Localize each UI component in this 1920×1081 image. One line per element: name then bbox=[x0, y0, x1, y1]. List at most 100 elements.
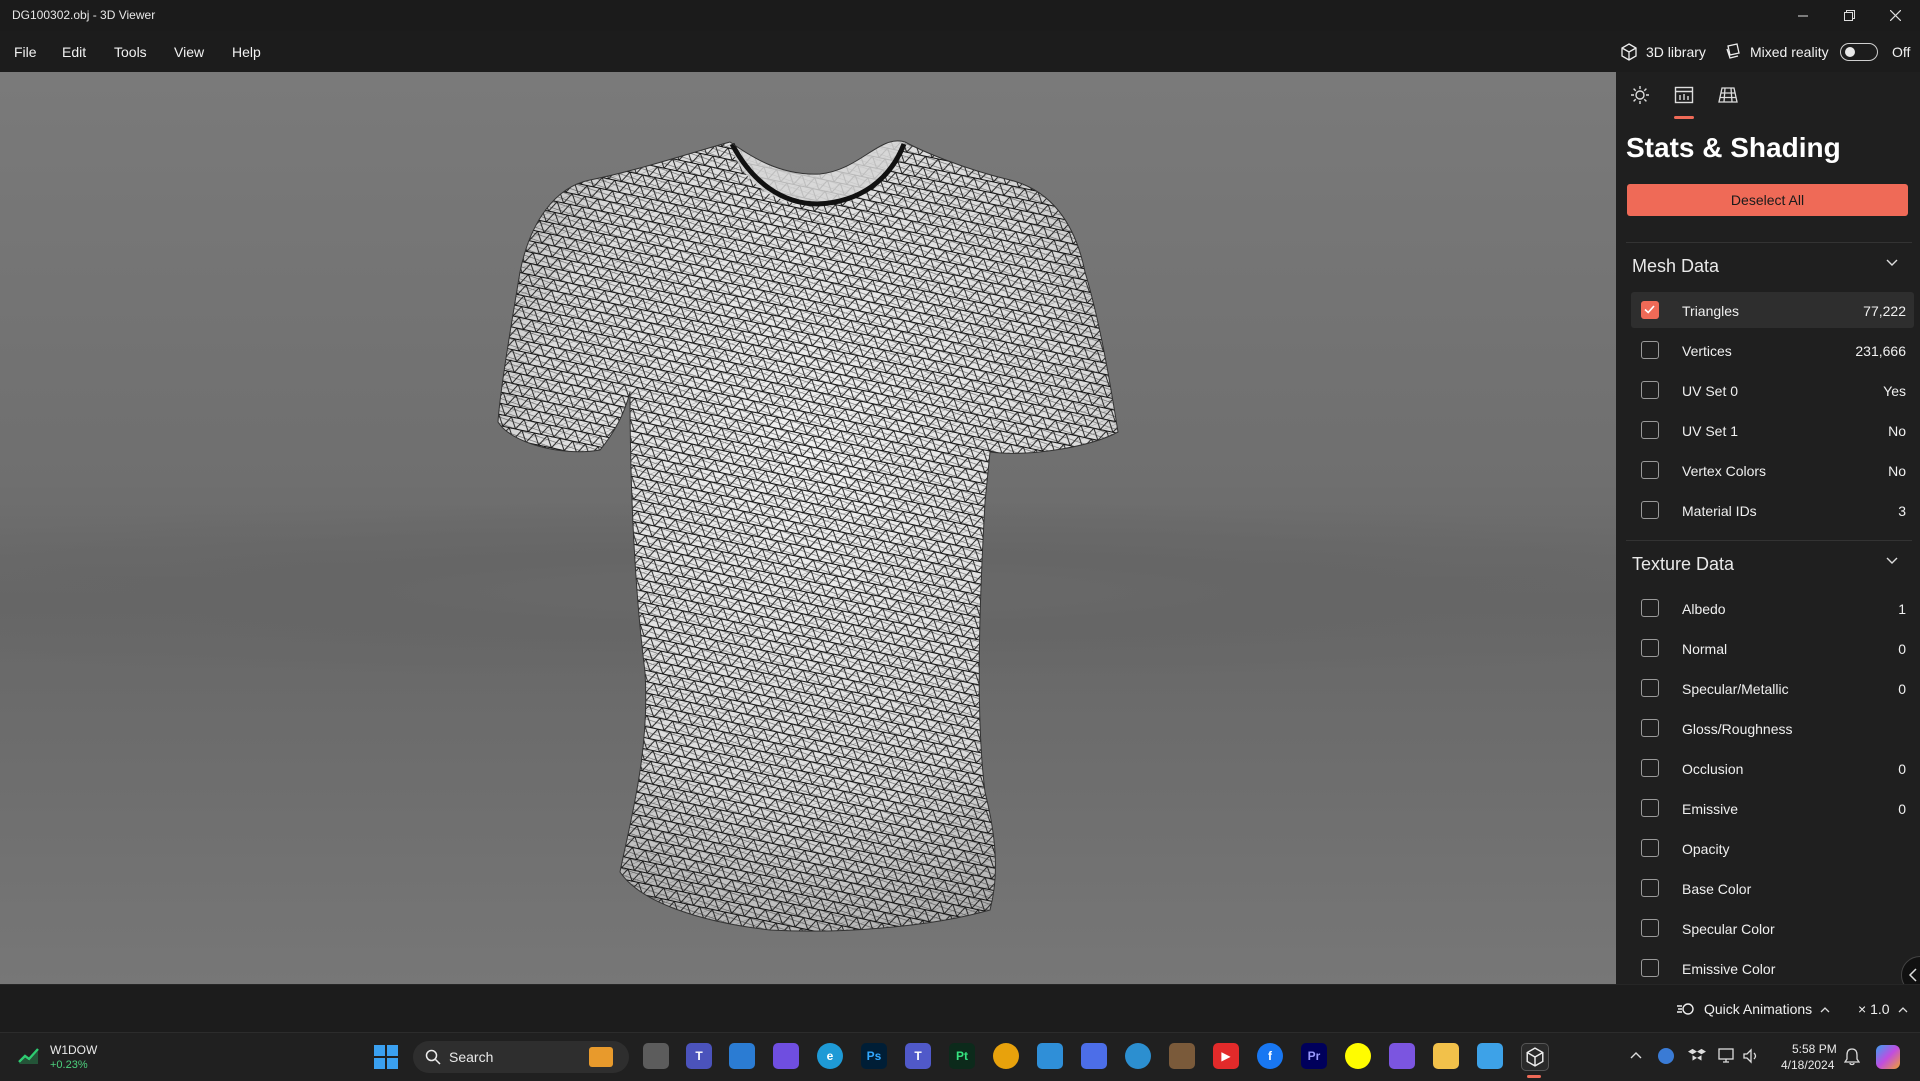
app-icon[interactable] bbox=[1081, 1043, 1107, 1069]
row-name: Gloss/Roughness bbox=[1682, 721, 1793, 737]
start-button[interactable] bbox=[373, 1044, 399, 1070]
mesh-row-uv-set-0[interactable]: UV Set 0 Yes bbox=[1631, 372, 1914, 408]
file-explorer-icon[interactable] bbox=[1433, 1043, 1459, 1069]
texture-row-occlusion[interactable]: Occlusion 0 bbox=[1631, 750, 1914, 786]
status-bar: Quick Animations × 1.0 bbox=[0, 984, 1920, 1033]
app-icon[interactable] bbox=[773, 1043, 799, 1069]
checkbox[interactable] bbox=[1641, 599, 1659, 617]
row-name: Base Color bbox=[1682, 881, 1752, 897]
clipchamp-icon[interactable] bbox=[1389, 1043, 1415, 1069]
menu-tools[interactable]: Tools bbox=[114, 44, 147, 60]
menu-bar: File Edit Tools View Help 3D library Mix… bbox=[0, 31, 1920, 72]
mixed-reality-toggle[interactable] bbox=[1840, 43, 1878, 61]
checkbox[interactable] bbox=[1641, 879, 1659, 897]
network-icon[interactable] bbox=[1718, 1048, 1736, 1064]
image-app-icon[interactable] bbox=[1169, 1043, 1195, 1069]
clock-date[interactable]: 4/18/2024 bbox=[1781, 1058, 1834, 1072]
collapse-panel-button[interactable] bbox=[1901, 956, 1920, 984]
row-name: Albedo bbox=[1682, 601, 1726, 617]
texture-row-specular-metallic[interactable]: Specular/Metallic 0 bbox=[1631, 670, 1914, 706]
mesh-row-uv-set-1[interactable]: UV Set 1 No bbox=[1631, 412, 1914, 448]
close-button[interactable] bbox=[1872, 0, 1918, 31]
notepad-icon[interactable] bbox=[1477, 1043, 1503, 1069]
checkbox[interactable] bbox=[1641, 421, 1659, 439]
premiere-icon[interactable]: Pr bbox=[1301, 1043, 1327, 1069]
row-name: Occlusion bbox=[1682, 761, 1744, 777]
chrome-icon[interactable] bbox=[993, 1043, 1019, 1069]
texture-row-emissive-color[interactable]: Emissive Color bbox=[1631, 950, 1914, 984]
checkbox[interactable] bbox=[1641, 461, 1659, 479]
mesh-row-vertex-colors[interactable]: Vertex Colors No bbox=[1631, 452, 1914, 488]
mixed-reality-button[interactable]: Mixed reality bbox=[1724, 43, 1829, 61]
row-name: Normal bbox=[1682, 641, 1728, 657]
photoshop-icon[interactable]: Ps bbox=[861, 1043, 887, 1069]
checkbox[interactable] bbox=[1641, 381, 1659, 399]
texture-data-header[interactable]: Texture Data bbox=[1626, 540, 1912, 581]
speed-value: × 1.0 bbox=[1858, 1001, 1890, 1017]
snapchat-icon[interactable] bbox=[1345, 1043, 1371, 1069]
checkbox[interactable] bbox=[1641, 759, 1659, 777]
checkbox[interactable] bbox=[1641, 959, 1659, 977]
teams-classic-icon[interactable]: T bbox=[905, 1043, 931, 1069]
row-name: Vertices bbox=[1682, 343, 1732, 359]
tray-app-icon[interactable] bbox=[1658, 1048, 1674, 1064]
minimize-button[interactable] bbox=[1780, 0, 1826, 31]
copilot-icon[interactable] bbox=[1876, 1045, 1900, 1069]
facebook-icon[interactable]: f bbox=[1257, 1043, 1283, 1069]
tshirt-model[interactable] bbox=[0, 72, 1616, 984]
checkbox[interactable] bbox=[1641, 301, 1659, 319]
menu-view[interactable]: View bbox=[174, 44, 204, 60]
chevron-up-icon[interactable] bbox=[1630, 1051, 1642, 1059]
3d-library-button[interactable]: 3D library bbox=[1620, 43, 1706, 61]
checkbox[interactable] bbox=[1641, 719, 1659, 737]
menu-file[interactable]: File bbox=[14, 44, 37, 60]
clock-time[interactable]: 5:58 PM bbox=[1792, 1042, 1837, 1056]
tab-lighting[interactable] bbox=[1626, 85, 1654, 107]
texture-row-specular-color[interactable]: Specular Color bbox=[1631, 910, 1914, 946]
texture-row-base-color[interactable]: Base Color bbox=[1631, 870, 1914, 906]
checkbox[interactable] bbox=[1641, 919, 1659, 937]
app-icon[interactable] bbox=[1125, 1043, 1151, 1069]
checkbox[interactable] bbox=[1641, 799, 1659, 817]
mesh-row-vertices[interactable]: Vertices 231,666 bbox=[1631, 332, 1914, 368]
3d-viewport[interactable] bbox=[0, 72, 1616, 984]
notification-bell-icon[interactable] bbox=[1844, 1048, 1860, 1066]
checkbox[interactable] bbox=[1641, 501, 1659, 519]
mesh-row-triangles[interactable]: Triangles 77,222 bbox=[1631, 292, 1914, 328]
checkbox[interactable] bbox=[1641, 639, 1659, 657]
mesh-row-material-ids[interactable]: Material IDs 3 bbox=[1631, 492, 1914, 528]
speed-selector[interactable]: × 1.0 bbox=[1858, 1001, 1908, 1017]
mesh-data-header[interactable]: Mesh Data bbox=[1626, 242, 1912, 283]
quick-animations-button[interactable]: Quick Animations bbox=[1676, 1001, 1830, 1017]
panel-title: Stats & Shading bbox=[1626, 132, 1841, 163]
youtube-icon[interactable]: ▶ bbox=[1213, 1043, 1239, 1069]
dropbox-icon[interactable] bbox=[1688, 1048, 1706, 1064]
store-icon[interactable] bbox=[729, 1043, 755, 1069]
menu-help[interactable]: Help bbox=[232, 44, 261, 60]
tab-stats-shading[interactable] bbox=[1670, 85, 1698, 119]
stock-widget[interactable]: W1DOW +0.23% bbox=[18, 1043, 128, 1073]
task-view-icon[interactable] bbox=[643, 1043, 669, 1069]
texture-row-albedo[interactable]: Albedo 1 bbox=[1631, 590, 1914, 626]
edge-icon[interactable]: e bbox=[817, 1043, 843, 1069]
menu-edit[interactable]: Edit bbox=[62, 44, 86, 60]
texture-row-normal[interactable]: Normal 0 bbox=[1631, 630, 1914, 666]
teams-icon[interactable]: T bbox=[686, 1043, 712, 1069]
volume-icon[interactable] bbox=[1742, 1048, 1760, 1064]
cube-icon bbox=[1621, 43, 1637, 61]
texture-row-emissive[interactable]: Emissive 0 bbox=[1631, 790, 1914, 826]
chevron-up-icon bbox=[1820, 1006, 1830, 1012]
deselect-all-button[interactable]: Deselect All bbox=[1627, 184, 1908, 216]
toggle-knob bbox=[1845, 47, 1855, 57]
3d-viewer-icon[interactable] bbox=[1521, 1043, 1549, 1071]
checkbox[interactable] bbox=[1641, 839, 1659, 857]
checkbox[interactable] bbox=[1641, 679, 1659, 697]
restore-button[interactable] bbox=[1826, 0, 1872, 31]
substance-painter-icon[interactable]: Pt bbox=[949, 1043, 975, 1069]
checkbox[interactable] bbox=[1641, 341, 1659, 359]
taskbar-search[interactable]: Search bbox=[413, 1041, 629, 1073]
texture-row-gloss-roughness[interactable]: Gloss/Roughness bbox=[1631, 710, 1914, 746]
tab-grid[interactable] bbox=[1714, 85, 1742, 107]
texture-row-opacity[interactable]: Opacity bbox=[1631, 830, 1914, 866]
photos-icon[interactable] bbox=[1037, 1043, 1063, 1069]
